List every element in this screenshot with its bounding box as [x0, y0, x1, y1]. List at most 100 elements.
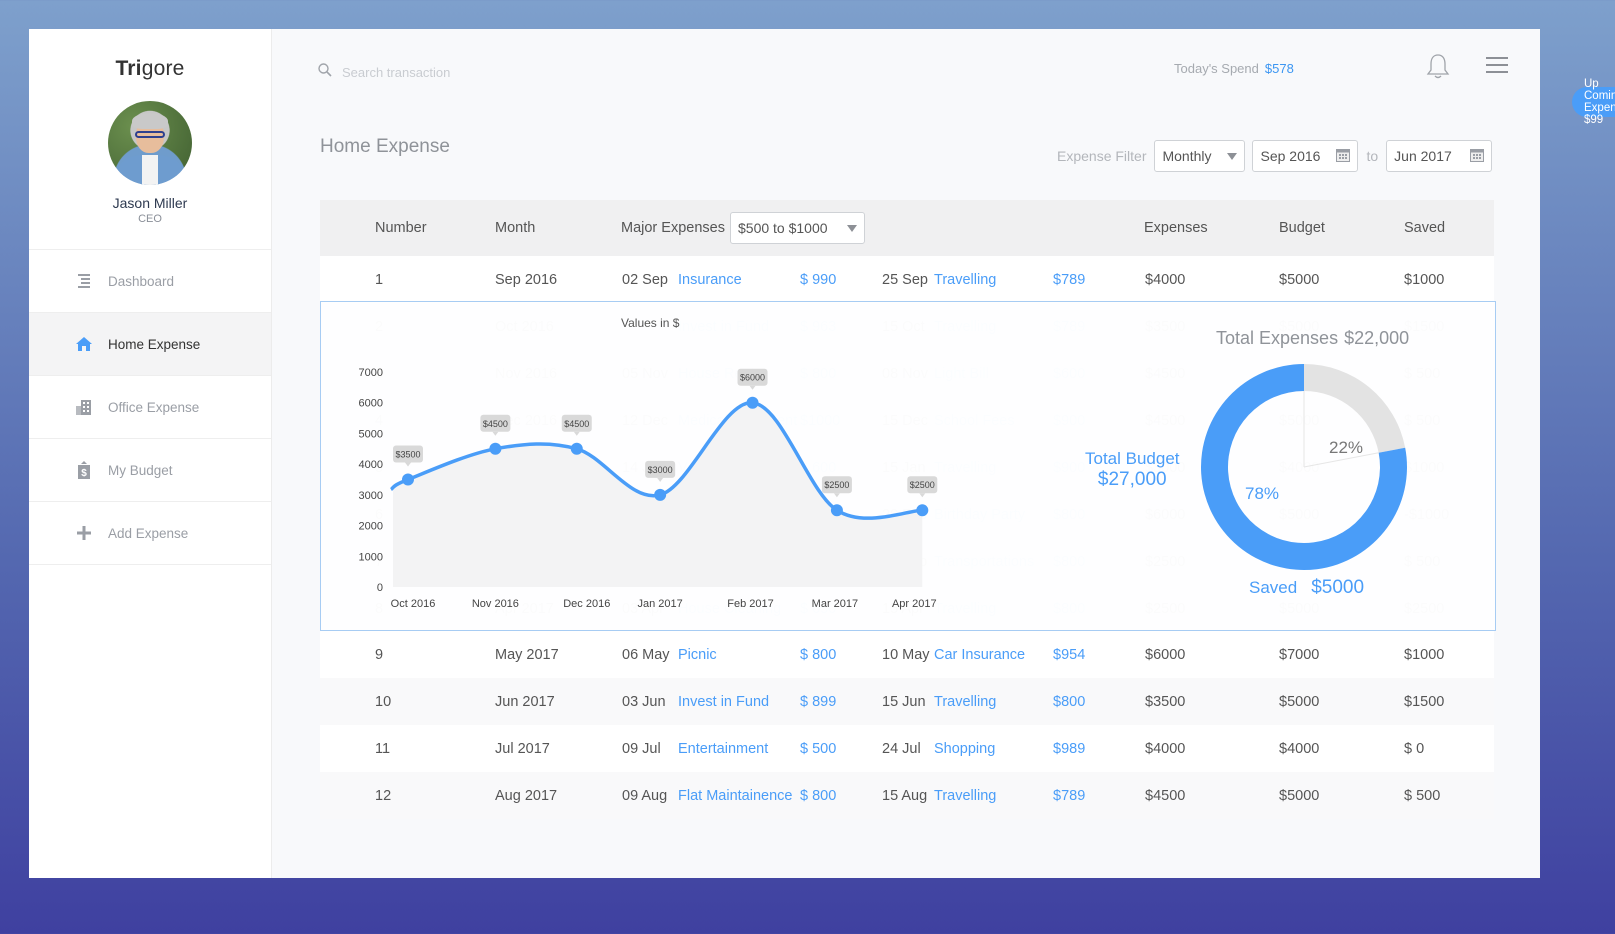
search-input[interactable] — [342, 65, 642, 80]
table-header: Number Month Major Expenses $500 to $100… — [320, 200, 1494, 256]
todays-spend-label: Today's Spend — [1174, 61, 1259, 76]
todays-spend: Today's Spend $578 — [1174, 61, 1294, 76]
cell-sav: $1000 — [1404, 271, 1445, 288]
to-date-input[interactable]: Jun 2017 — [1386, 140, 1493, 172]
sidebar-item-label: Add Expense — [108, 525, 189, 541]
cell-month: May 2017 — [495, 646, 559, 663]
cell-a2[interactable]: $989 — [1053, 741, 1085, 757]
y-tick-label: 1000 — [359, 551, 383, 563]
cell-d2: 24 Jul — [882, 740, 921, 757]
sidebar-item-dashboard[interactable]: Dashboard — [29, 250, 271, 313]
cell-a2[interactable]: $789 — [1053, 788, 1085, 804]
sidebar-item-home-expense[interactable]: Home Expense — [29, 313, 271, 376]
cell-a1[interactable]: $ 500 — [800, 741, 836, 757]
cell-c2[interactable]: Shopping — [934, 741, 995, 757]
table-row[interactable]: 11 Jul 2017 09 Jul Entertainment $ 500 24 Jul… — [320, 725, 1494, 772]
sidebar-item-label: My Budget — [108, 462, 173, 478]
header-budget[interactable]: Budget — [1279, 220, 1325, 236]
user-name: Jason Miller — [112, 195, 188, 211]
cell-d1: 06 May — [622, 646, 670, 663]
search-bar — [318, 63, 642, 82]
period-select[interactable]: Monthly — [1154, 140, 1246, 172]
cell-d2: 10 May — [882, 646, 930, 663]
page-title: Home Expense — [320, 136, 450, 157]
cell-a1[interactable]: $ 990 — [800, 272, 836, 288]
sidebar-item-add-expense[interactable]: Add Expense — [29, 502, 271, 565]
saved-label: Saved — [1249, 578, 1298, 597]
sidebar-nav: Dashboard Home Expense Office Expense $ … — [29, 249, 271, 565]
data-point[interactable] — [746, 396, 759, 409]
hamburger-menu-icon[interactable] — [1486, 57, 1508, 78]
upcoming-expenses-tooltip[interactable]: Up Coming Expenses $99 — [1572, 78, 1615, 126]
cell-c2[interactable]: Travelling — [934, 694, 996, 710]
cell-c2[interactable]: Travelling — [934, 272, 996, 288]
cell-c2[interactable]: Car Insurance — [934, 647, 1025, 663]
svg-text:$4500: $4500 — [483, 419, 508, 429]
calendar-icon[interactable] — [1470, 148, 1485, 165]
budget-bag-icon: $ — [74, 461, 94, 479]
expense-table: Number Month Major Expenses $500 to $100… — [320, 200, 1494, 303]
data-point[interactable] — [489, 442, 502, 455]
cell-a2[interactable]: $789 — [1053, 272, 1085, 288]
avatar[interactable] — [108, 101, 192, 185]
sidebar-item-office-expense[interactable]: Office Expense — [29, 376, 271, 439]
cell-num: 10 — [375, 693, 392, 710]
table-row[interactable]: 1 Sep 2016 02 Sep Insurance $ 990 25 Sep Trave… — [320, 256, 1494, 303]
cell-c1[interactable]: Insurance — [678, 272, 742, 288]
period-value: Monthly — [1162, 148, 1212, 164]
header-expenses[interactable]: Expenses — [1144, 220, 1208, 236]
header-month[interactable]: Month — [495, 220, 535, 236]
major-expenses-select[interactable]: $500 to $1000 — [730, 212, 865, 244]
svg-text:$: $ — [81, 468, 87, 479]
chevron-down-icon — [1227, 152, 1238, 160]
cell-exp: $4000 — [1145, 740, 1186, 757]
user-role: CEO — [138, 213, 162, 225]
cell-sav: $ 0 — [1404, 740, 1425, 757]
plus-icon — [74, 526, 94, 540]
app-window: Trigore Jason Miller CEO Dashboard Home … — [29, 29, 1615, 878]
cell-a2[interactable]: $954 — [1053, 647, 1085, 663]
cell-a2[interactable]: $800 — [1053, 694, 1085, 710]
header-number[interactable]: Number — [375, 220, 427, 236]
cell-num: 11 — [375, 740, 391, 757]
cell-a1[interactable]: $ 899 — [800, 694, 836, 710]
from-date-input[interactable]: Sep 2016 — [1252, 140, 1359, 172]
sidebar-item-my-budget[interactable]: $ My Budget — [29, 439, 271, 502]
data-point[interactable] — [916, 504, 929, 517]
y-tick-label: 5000 — [359, 428, 383, 440]
y-tick-label: 6000 — [359, 398, 383, 410]
data-point[interactable] — [402, 473, 414, 486]
expense-filter-label: Expense Filter — [1057, 148, 1147, 164]
table-row[interactable]: 9 May 2017 06 May Picnic $ 800 10 May Car Insu… — [320, 631, 1494, 678]
cell-a1[interactable]: $ 800 — [800, 788, 836, 804]
x-tick-label: Jan 2017 — [638, 598, 683, 610]
svg-text:$2500: $2500 — [824, 480, 849, 490]
table-row[interactable]: 12 Aug 2017 09 Aug Flat Maintainence $ 800 15… — [320, 772, 1494, 819]
notification-bell-icon[interactable] — [1426, 53, 1450, 86]
cell-c1[interactable]: Flat Maintainence — [678, 788, 792, 804]
cell-bud: $5000 — [1279, 787, 1320, 804]
data-point[interactable] — [654, 488, 667, 501]
data-label: $6000 — [737, 368, 768, 390]
header-major-expenses[interactable]: Major Expenses — [621, 220, 725, 236]
cell-a1[interactable]: $ 800 — [800, 647, 836, 663]
cell-sav: $1500 — [1404, 693, 1445, 710]
cell-c1[interactable]: Entertainment — [678, 741, 768, 757]
header-saved[interactable]: Saved — [1404, 220, 1445, 236]
data-label: $4500 — [561, 414, 592, 436]
cell-c2[interactable]: Travelling — [934, 788, 996, 804]
data-label: $3500 — [393, 445, 423, 467]
cell-exp: $6000 — [1145, 646, 1186, 663]
calendar-icon[interactable] — [1336, 148, 1351, 165]
data-point[interactable] — [830, 504, 843, 517]
data-point[interactable] — [570, 442, 583, 455]
table-row[interactable]: 10 Jun 2017 03 Jun Invest in Fund $ 899 15 Ju… — [320, 678, 1494, 725]
cell-c1[interactable]: Invest in Fund — [678, 694, 769, 710]
office-building-icon — [74, 399, 94, 415]
data-label: $2500 — [907, 476, 938, 498]
x-tick-label: Oct 2016 — [391, 598, 436, 610]
from-date-value: Sep 2016 — [1260, 148, 1321, 164]
cell-c1[interactable]: Picnic — [678, 647, 717, 663]
todays-spend-value: $578 — [1264, 61, 1294, 76]
cell-exp: $4500 — [1145, 787, 1186, 804]
